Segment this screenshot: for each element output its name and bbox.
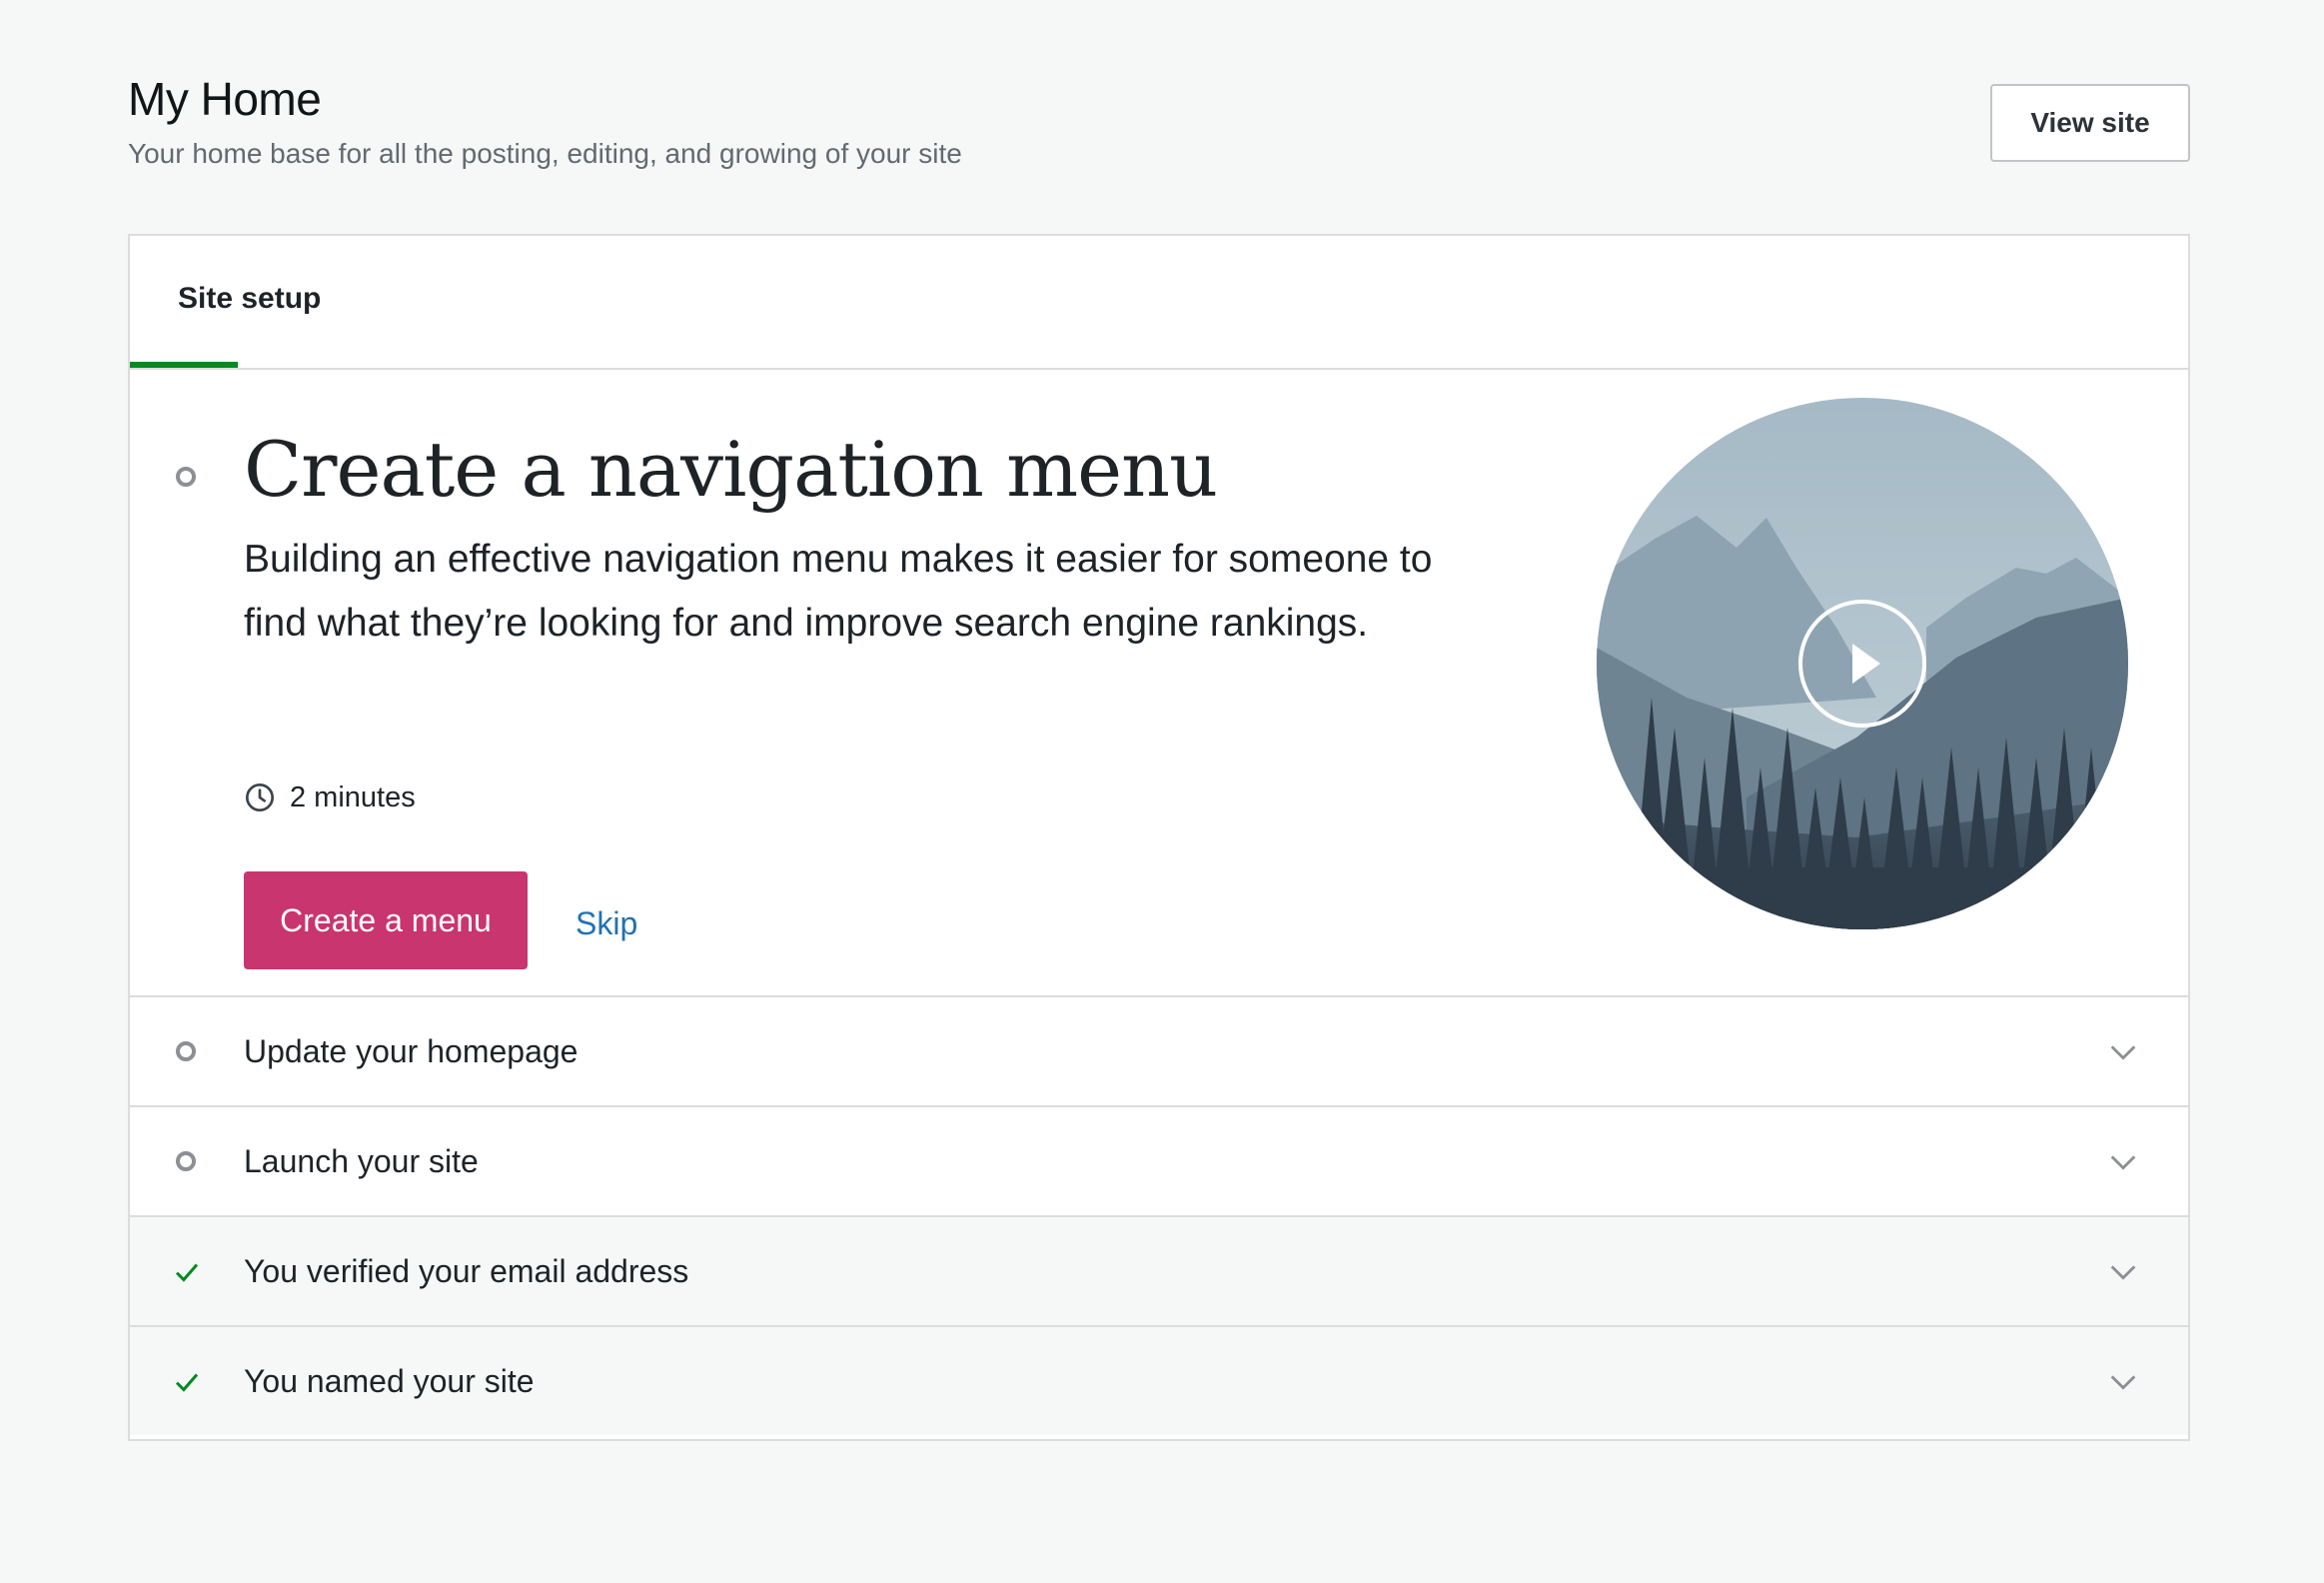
create-menu-button[interactable]: Create a menu: [244, 871, 528, 969]
checkmark-icon: [175, 1373, 199, 1392]
tab-site-setup[interactable]: Site setup: [130, 236, 321, 368]
task-row-label: You verified your email address: [244, 1253, 689, 1289]
video-thumbnail[interactable]: [1597, 398, 2128, 929]
task-row-named-site[interactable]: You named your site: [130, 1325, 2188, 1435]
chevron-down-icon: [2110, 1375, 2136, 1390]
incomplete-step-icon: [176, 467, 196, 487]
play-icon[interactable]: [1796, 598, 1928, 730]
site-setup-card: Site setup Create a navigation menu Buil…: [128, 234, 2190, 1441]
task-title: Create a navigation menu: [244, 425, 1218, 514]
page-title: My Home: [128, 73, 322, 125]
incomplete-step-icon: [176, 1151, 196, 1171]
page-header: My Home Your home base for all the posti…: [128, 68, 2190, 178]
task-row-launch-site[interactable]: Launch your site: [130, 1105, 2188, 1215]
chevron-down-icon: [2110, 1045, 2136, 1060]
tab-label: Site setup: [178, 282, 322, 315]
skip-link[interactable]: Skip: [576, 905, 637, 942]
task-duration: 2 minutes: [244, 778, 416, 817]
task-row-update-homepage[interactable]: Update your homepage: [130, 995, 2188, 1105]
task-row-label: You named your site: [244, 1363, 535, 1399]
view-site-button[interactable]: View site: [1990, 84, 2190, 162]
task-row-verified-email[interactable]: You verified your email address: [130, 1215, 2188, 1325]
chevron-down-icon: [2110, 1265, 2136, 1280]
duration-text: 2 minutes: [290, 781, 416, 813]
task-list: Update your homepage Launch your site Yo…: [130, 995, 2188, 1435]
task-description: Building an effective navigation menu ma…: [244, 538, 1433, 645]
page-subtitle: Your home base for all the posting, edit…: [128, 138, 962, 169]
incomplete-step-icon: [176, 1041, 196, 1061]
clock-icon: [246, 784, 274, 811]
task-row-label: Update your homepage: [244, 1033, 579, 1069]
tab-bar: Site setup: [130, 236, 2188, 370]
checkmark-icon: [175, 1263, 199, 1282]
active-task-panel: Create a navigation menu Building an eff…: [130, 370, 2188, 995]
chevron-down-icon: [2110, 1155, 2136, 1170]
task-row-label: Launch your site: [244, 1143, 479, 1179]
